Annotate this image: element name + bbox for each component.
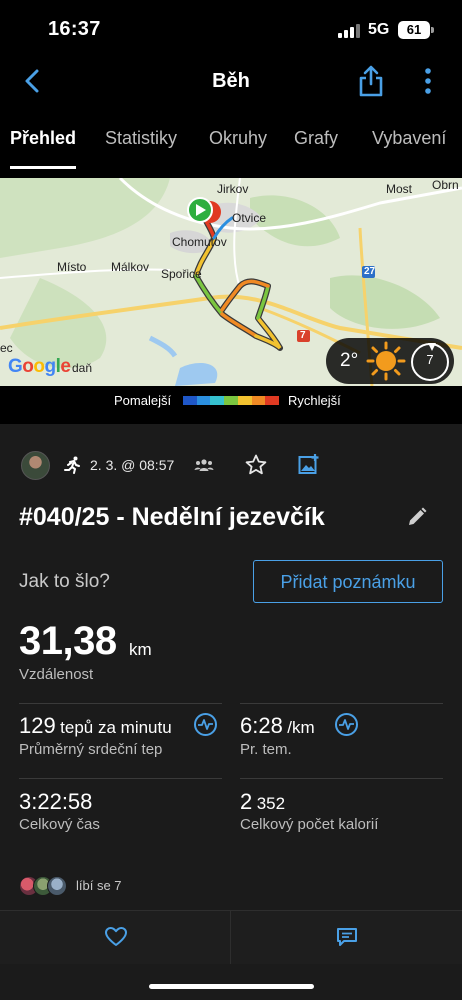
tab-charts[interactable]: Grafy (294, 128, 338, 149)
heart-icon[interactable] (104, 925, 128, 949)
map-place-label: Jirkov (217, 182, 249, 196)
tab-gear[interactable]: Vybavení (372, 128, 446, 149)
battery-icon: 61 (398, 21, 430, 39)
home-indicator[interactable] (149, 984, 314, 989)
divider (19, 778, 222, 779)
wind-direction-icon (428, 343, 436, 351)
pace-label: Pr. tem. (240, 741, 292, 758)
divider (19, 703, 222, 704)
pace-legend-bar (183, 396, 280, 405)
activity-title: #040/25 - Nedělní jezevčík (19, 503, 325, 531)
running-icon (64, 456, 82, 474)
pace-value: 6:28 (240, 713, 283, 738)
calories-stat: 2 352 (240, 789, 285, 815)
heart-rate-chart-icon[interactable] (194, 713, 217, 736)
map-place-label: Spořice (161, 267, 202, 281)
likes-count[interactable]: líbí se 7 (76, 878, 122, 893)
divider (240, 778, 443, 779)
share-icon[interactable] (356, 64, 386, 98)
network-type: 5G (368, 21, 390, 38)
tab-bar: Přehled Statistiky Okruhy Grafy Vybavení (0, 124, 462, 170)
star-icon[interactable] (244, 453, 268, 477)
likers-avatars[interactable] (19, 876, 71, 896)
active-tab-indicator (10, 166, 76, 169)
calories-value: 2 (240, 789, 253, 814)
sun-icon (366, 341, 406, 381)
temperature: 2° (340, 350, 359, 371)
google-logo: Google (8, 356, 71, 377)
comment-icon[interactable] (335, 925, 359, 949)
heart-rate-label: Průměrný srdeční tep (19, 741, 163, 758)
heart-rate-unit: tepů za minutu (60, 718, 172, 737)
total-time-label: Celkový čas (19, 816, 100, 833)
battery-tip (431, 27, 434, 33)
tab-overview[interactable]: Přehled (10, 128, 76, 149)
pace-unit: /km (287, 718, 315, 737)
map-place-label: ec (0, 341, 13, 355)
add-note-button[interactable]: Přidat poznámku (253, 560, 443, 603)
wind-speed: 7 (426, 352, 434, 367)
people-icon[interactable] (194, 457, 214, 473)
distance-value: 31,38 (19, 619, 117, 663)
map-place-label: Most (386, 182, 413, 196)
map-place-label: Místo (57, 260, 87, 274)
map-place-label: Obrn (432, 178, 459, 192)
legend-slow-label: Pomalejší (114, 393, 172, 408)
divider (240, 703, 443, 704)
legend-fast-label: Rychlejší (288, 393, 341, 408)
action-bar (0, 910, 462, 964)
more-options-icon[interactable] (420, 66, 436, 96)
distance-label: Vzdálenost (19, 666, 94, 683)
divider (230, 910, 231, 964)
signal-icon (338, 24, 360, 38)
avatar[interactable] (21, 451, 50, 480)
activity-date: 2. 3. @ 08:57 (90, 457, 175, 473)
road-badge: 27 (364, 266, 376, 277)
avatar (47, 876, 67, 896)
total-time-value: 3:22:58 (19, 789, 93, 814)
distance-unit: km (129, 640, 152, 659)
map-place-label: Chomutov (172, 235, 227, 249)
status-time: 16:37 (48, 18, 101, 40)
heart-rate-value: 129 (19, 713, 56, 738)
calories-label: Celkový počet kalorií (240, 816, 379, 833)
add-photo-icon[interactable] (298, 453, 320, 475)
tab-laps[interactable]: Okruhy (209, 128, 267, 149)
map-place-label: daň (72, 361, 93, 375)
edit-pencil-icon[interactable] (406, 506, 428, 528)
feedback-prompt: Jak to šlo? (19, 571, 110, 592)
map-place-label: Otvice (232, 211, 267, 225)
map-place-label: Málkov (111, 260, 150, 274)
road-badge: 7 (300, 330, 306, 341)
heart-rate-stat[interactable]: 129 tepů za minutu (19, 713, 172, 739)
tab-statistics[interactable]: Statistiky (105, 128, 177, 149)
pace-chart-icon[interactable] (335, 713, 358, 736)
pace-stat[interactable]: 6:28 /km (240, 713, 315, 739)
page-title: Běh (212, 70, 250, 92)
calories-value-small: 352 (256, 794, 286, 813)
